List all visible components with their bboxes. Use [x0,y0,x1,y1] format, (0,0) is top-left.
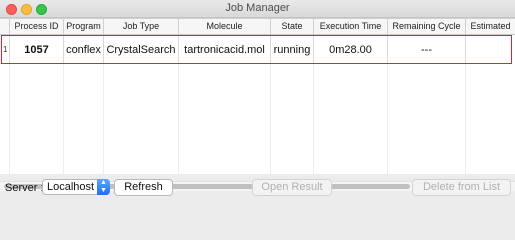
refresh-button[interactable]: Refresh [114,179,173,196]
server-select[interactable]: Localhost ▲ ▼ [42,179,110,195]
row-index-header [0,19,10,34]
grid-line [313,64,314,174]
column-header-state[interactable]: State [271,19,314,34]
table-header: Process ID Program Job Type Molecule Sta… [0,19,515,35]
column-header-molecule[interactable]: Molecule [179,19,271,34]
server-label: Server : [5,182,44,194]
column-header-estimated[interactable]: Estimated [466,19,515,34]
column-header-job-type[interactable]: Job Type [104,19,179,34]
grid-line [270,64,271,174]
row-highlight-box [1,35,512,64]
grid-line [465,64,466,174]
grid-line [387,64,388,174]
column-header-program[interactable]: Program [64,19,104,34]
grid-line [178,64,179,174]
column-header-process-id[interactable]: Process ID [10,19,64,34]
up-down-chevron-icon: ▲ ▼ [97,179,110,195]
window-title: Job Manager [225,2,290,14]
grid-line [63,64,64,174]
grid-line [103,64,104,174]
job-table: Process ID Program Job Type Molecule Sta… [0,18,515,191]
title-bar: Job Manager [0,0,515,18]
delete-from-list-button[interactable]: Delete from List [412,179,511,196]
open-result-button[interactable]: Open Result [252,179,332,196]
grid-line [9,64,10,174]
column-header-execution-time[interactable]: Execution Time [314,19,388,34]
column-header-remaining-cycle[interactable]: Remaining Cycle [388,19,466,34]
server-select-value: Localhost [47,181,95,193]
bottom-toolbar: Server : Localhost ▲ ▼ Refresh Open Resul… [0,174,515,202]
